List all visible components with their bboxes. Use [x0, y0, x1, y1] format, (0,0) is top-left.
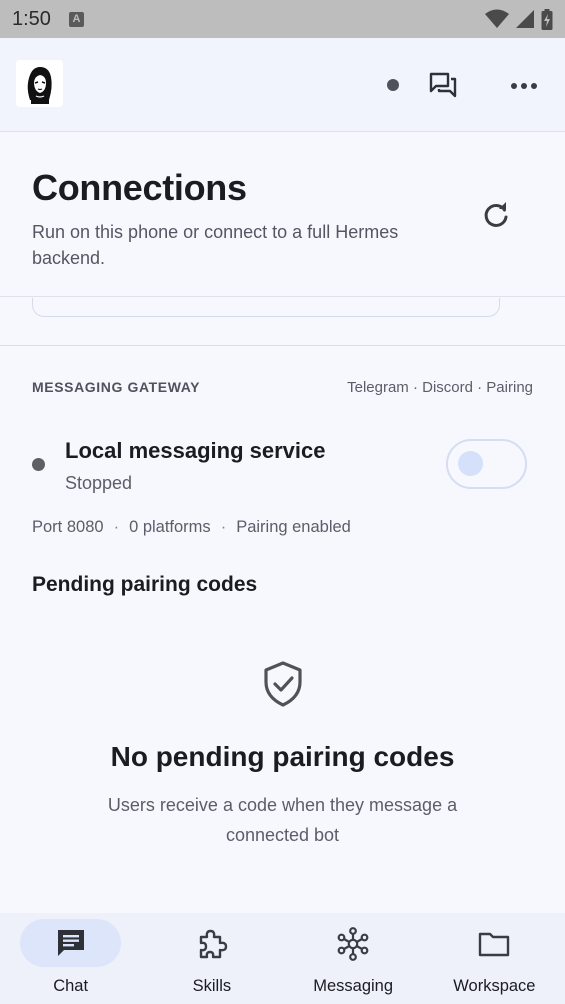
nav-label: Skills: [192, 977, 232, 995]
notification-icon: A: [68, 11, 84, 27]
empty-state-description: Users receive a code when they message a…: [107, 795, 458, 845]
hub-icon: [337, 927, 369, 961]
page-subtitle: Run on this phone or connect to a full H…: [32, 222, 399, 268]
page-title: Connections: [32, 167, 247, 208]
conversations-icon[interactable]: [428, 70, 458, 100]
service-status-dot: [32, 458, 45, 471]
folder-icon: [479, 932, 510, 957]
meta-pairing: Pairing enabled: [236, 518, 351, 536]
section-tags: Telegram · Discord · Pairing: [347, 379, 533, 396]
backend-card-edge: [32, 298, 500, 317]
nav-label: Messaging: [313, 977, 394, 995]
nav-label: Chat: [53, 977, 89, 995]
refresh-icon[interactable]: [480, 199, 512, 231]
app-bar: [0, 38, 565, 132]
puzzle-icon: [199, 929, 228, 959]
meta-platforms: 0 platforms: [129, 518, 211, 536]
connections-header: Connections Run on this phone or connect…: [0, 133, 565, 297]
service-toggle[interactable]: [446, 439, 527, 489]
signal-icon: [516, 10, 534, 28]
section-label-messaging-gateway: MESSAGING GATEWAY: [32, 379, 201, 395]
nav-item-skills[interactable]: Skills: [141, 913, 282, 1004]
nav-item-workspace[interactable]: Workspace: [424, 913, 565, 1004]
status-time: 1:50: [12, 7, 51, 30]
avatar-portrait-icon: [16, 60, 63, 107]
avatar[interactable]: [16, 60, 63, 107]
toggle-knob: [458, 451, 483, 476]
nav-label: Workspace: [453, 977, 536, 995]
status-bar: 1:50 A: [0, 0, 565, 38]
status-icons: [485, 8, 553, 30]
more-options-icon[interactable]: [510, 74, 538, 98]
meta-separator: ·: [113, 518, 120, 536]
shield-check-icon: [264, 661, 302, 707]
service-meta: Port 8080 · 0 platforms · Pairing enable…: [32, 518, 351, 537]
pending-codes-title: Pending pairing codes: [32, 573, 258, 596]
nav-item-messaging[interactable]: Messaging: [283, 913, 424, 1004]
meta-port: Port 8080: [32, 518, 104, 536]
service-status: Stopped: [65, 473, 133, 493]
connection-dot-indicator: [387, 79, 399, 91]
meta-separator: ·: [220, 518, 227, 536]
chat-icon: [57, 930, 84, 956]
empty-state-title: No pending pairing codes: [110, 741, 455, 772]
nav-item-chat[interactable]: Chat: [0, 913, 141, 1004]
section-divider: [0, 345, 565, 346]
battery-icon: [541, 8, 553, 30]
wifi-icon: [485, 9, 509, 28]
bottom-navigation: Chat Skills Messaging Workspace: [0, 913, 565, 1004]
service-title: Local messaging service: [65, 438, 326, 463]
